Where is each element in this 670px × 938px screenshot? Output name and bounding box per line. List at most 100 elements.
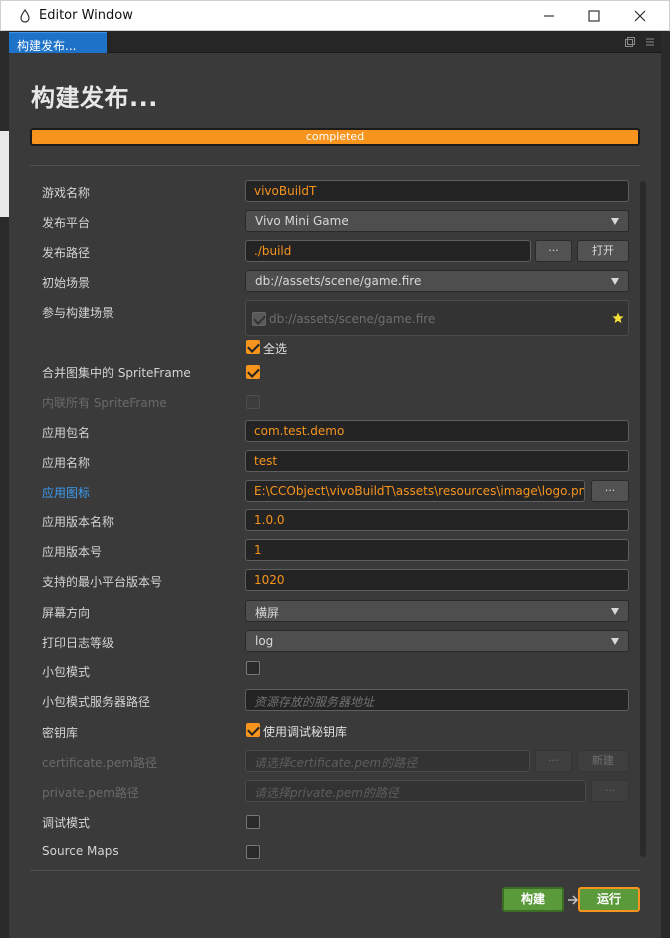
app-name-label: 应用名称 bbox=[42, 456, 91, 470]
scenes-label: 参与构建场景 bbox=[42, 306, 115, 320]
row-build-path: 发布路径 ./build ··· 打开 bbox=[9, 240, 649, 264]
subpackage-label: 小包模式 bbox=[42, 665, 91, 679]
keystore-debug-label: 使用调试秘钥库 bbox=[263, 725, 348, 739]
app-logo-icon bbox=[20, 9, 30, 23]
certificate-pem-new-button[interactable]: 新建 bbox=[577, 750, 629, 772]
row-inline-spriteframe: 内联所有 SpriteFrame bbox=[9, 390, 649, 414]
row-platform: 发布平台 Vivo Mini Game bbox=[9, 210, 649, 234]
build-path-input[interactable]: ./build bbox=[245, 240, 531, 262]
inline-spriteframe-label: 内联所有 SpriteFrame bbox=[42, 396, 167, 410]
debug-mode-label: 调试模式 bbox=[42, 816, 91, 830]
private-pem-browse-button[interactable]: ··· bbox=[591, 780, 629, 802]
row-version-name: 应用版本名称 1.0.0 bbox=[9, 509, 649, 533]
dropdown-arrow-icon bbox=[611, 638, 619, 645]
maximize-button[interactable] bbox=[571, 1, 617, 31]
divider bbox=[30, 165, 640, 166]
inline-spriteframe-checkbox[interactable] bbox=[246, 395, 260, 409]
merge-spriteframe-label: 合并图集中的 SpriteFrame bbox=[42, 366, 191, 380]
certificate-pem-browse-button[interactable]: ··· bbox=[535, 750, 572, 772]
package-name-input[interactable]: com.test.demo bbox=[245, 420, 629, 442]
subpackage-server-label: 小包模式服务器路径 bbox=[42, 695, 151, 709]
scene-item: db://assets/scene/game.fire bbox=[269, 312, 436, 326]
subpackage-checkbox[interactable] bbox=[246, 661, 260, 675]
minimize-icon bbox=[544, 15, 554, 17]
row-log-level: 打印日志等级 log bbox=[9, 630, 649, 654]
dropdown-arrow-icon bbox=[611, 278, 619, 285]
row-debug-mode: 调试模式 bbox=[9, 810, 649, 834]
private-pem-label: private.pem路径 bbox=[42, 786, 139, 800]
select-all-label: 全选 bbox=[263, 342, 288, 356]
left-window-edge bbox=[0, 31, 9, 938]
platform-label: 发布平台 bbox=[42, 216, 91, 230]
version-number-label: 应用版本号 bbox=[42, 545, 103, 559]
keystore-debug-checkbox[interactable] bbox=[246, 723, 260, 737]
row-app-name: 应用名称 test bbox=[9, 450, 649, 474]
min-platform-input[interactable]: 1020 bbox=[245, 569, 629, 591]
build-path-label: 发布路径 bbox=[42, 246, 91, 260]
app-icon-browse-button[interactable]: ··· bbox=[591, 480, 629, 502]
log-level-label: 打印日志等级 bbox=[42, 636, 115, 650]
row-version-number: 应用版本号 1 bbox=[9, 539, 649, 563]
row-subpackage-server: 小包模式服务器路径 资源存放的服务器地址 bbox=[9, 689, 649, 713]
build-progress-bar: completed bbox=[30, 128, 640, 146]
row-source-maps: Source Maps bbox=[9, 840, 649, 864]
version-number-input[interactable]: 1 bbox=[245, 539, 629, 561]
progress-text: completed bbox=[305, 130, 365, 143]
tab-build[interactable]: 构建发布... bbox=[9, 32, 107, 53]
minimize-button[interactable] bbox=[526, 1, 572, 31]
row-min-platform: 支持的最小平台版本号 1020 bbox=[9, 569, 649, 593]
build-panel: 构建发布... completed 游戏名称 vivoBuildT 发布平台 V… bbox=[9, 53, 661, 938]
maximize-icon bbox=[588, 10, 600, 22]
platform-value: Vivo Mini Game bbox=[255, 214, 349, 228]
log-level-select[interactable]: log bbox=[245, 630, 629, 652]
package-name-label: 应用包名 bbox=[42, 426, 91, 440]
keystore-label: 密钥库 bbox=[42, 726, 79, 740]
app-name-input[interactable]: test bbox=[245, 450, 629, 472]
row-keystore: 密钥库 使用调试秘钥库 bbox=[9, 720, 649, 744]
row-game-name: 游戏名称 vivoBuildT bbox=[9, 180, 649, 204]
source-maps-checkbox[interactable] bbox=[246, 845, 260, 859]
popout-icon[interactable] bbox=[625, 37, 635, 47]
build-path-open-button[interactable]: 打开 bbox=[577, 240, 629, 262]
build-button[interactable]: 构建 bbox=[502, 887, 564, 912]
app-icon-label[interactable]: 应用图标 bbox=[42, 484, 90, 501]
window-titlebar: Editor Window bbox=[0, 0, 670, 31]
game-name-label: 游戏名称 bbox=[42, 186, 91, 200]
game-name-input[interactable]: vivoBuildT bbox=[245, 180, 629, 202]
source-maps-label: Source Maps bbox=[42, 844, 119, 858]
min-platform-label: 支持的最小平台版本号 bbox=[42, 575, 163, 589]
subpackage-server-input[interactable]: 资源存放的服务器地址 bbox=[245, 689, 629, 711]
dropdown-arrow-icon bbox=[611, 218, 619, 225]
build-path-browse-button[interactable]: ··· bbox=[535, 240, 572, 262]
panel-tabbar: 构建发布... bbox=[9, 31, 661, 53]
tab-build-label: 构建发布... bbox=[17, 39, 77, 53]
scene-list: db://assets/scene/game.fire bbox=[245, 300, 629, 336]
private-pem-input[interactable]: 请选择private.pem的路径 bbox=[245, 780, 586, 802]
dropdown-arrow-icon bbox=[611, 608, 619, 615]
window-title: Editor Window bbox=[39, 8, 133, 23]
close-button[interactable] bbox=[617, 1, 663, 31]
version-name-input[interactable]: 1.0.0 bbox=[245, 509, 629, 531]
star-icon bbox=[612, 312, 624, 323]
run-button[interactable]: 运行 bbox=[578, 887, 640, 912]
select-all-checkbox[interactable] bbox=[246, 340, 260, 354]
row-scenes: 参与构建场景 db://assets/scene/game.fire 全选 bbox=[9, 300, 649, 360]
menu-icon[interactable] bbox=[645, 37, 655, 47]
start-scene-label: 初始场景 bbox=[42, 276, 91, 290]
row-merge-spriteframe: 合并图集中的 SpriteFrame bbox=[9, 360, 649, 384]
certificate-pem-input[interactable]: 请选择certificate.pem的路径 bbox=[245, 750, 530, 772]
debug-mode-checkbox[interactable] bbox=[246, 815, 260, 829]
row-package-name: 应用包名 com.test.demo bbox=[9, 420, 649, 444]
row-orientation: 屏幕方向 横屏 bbox=[9, 600, 649, 624]
merge-spriteframe-checkbox[interactable] bbox=[246, 365, 260, 379]
orientation-select[interactable]: 横屏 bbox=[245, 600, 629, 622]
close-icon bbox=[634, 10, 646, 22]
divider bbox=[30, 870, 640, 871]
version-name-label: 应用版本名称 bbox=[42, 515, 115, 529]
row-certificate-pem: certificate.pem路径 请选择certificate.pem的路径 … bbox=[9, 750, 649, 774]
scene-checkbox[interactable] bbox=[252, 312, 266, 326]
start-scene-select[interactable]: db://assets/scene/game.fire bbox=[245, 270, 629, 292]
right-window-edge bbox=[661, 31, 670, 938]
platform-select[interactable]: Vivo Mini Game bbox=[245, 210, 629, 232]
app-icon-input[interactable]: E:\CCObject\vivoBuildT\assets\resources\… bbox=[245, 480, 585, 502]
